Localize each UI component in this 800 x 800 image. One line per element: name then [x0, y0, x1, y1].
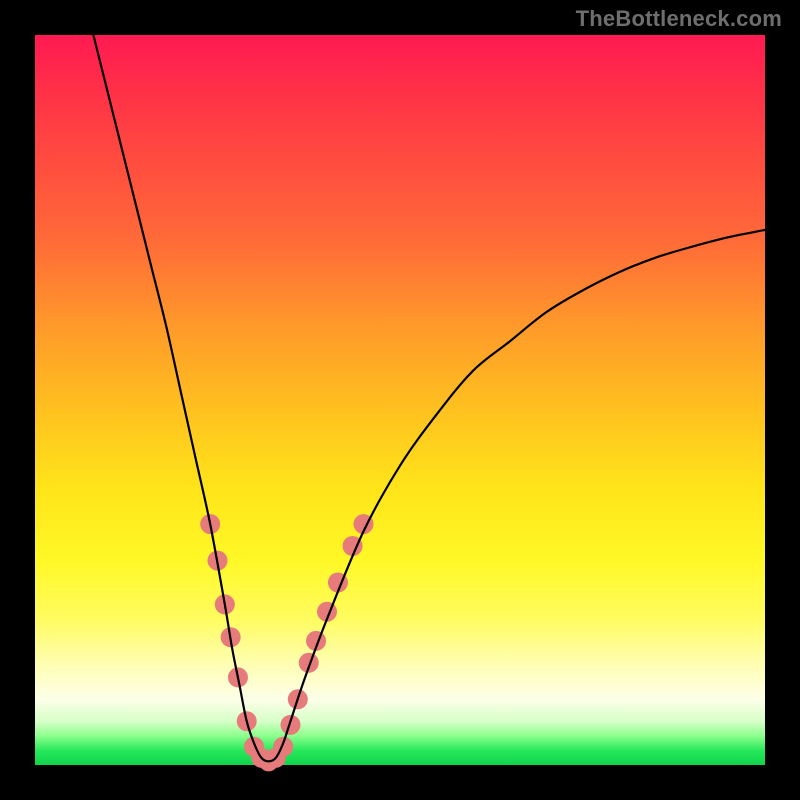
bottleneck-curve — [93, 35, 765, 761]
plot-area — [35, 35, 765, 765]
chart-svg — [35, 35, 765, 765]
watermark-text: TheBottleneck.com — [576, 6, 782, 32]
chart-frame: TheBottleneck.com — [0, 0, 800, 800]
marker-dot — [273, 737, 293, 757]
